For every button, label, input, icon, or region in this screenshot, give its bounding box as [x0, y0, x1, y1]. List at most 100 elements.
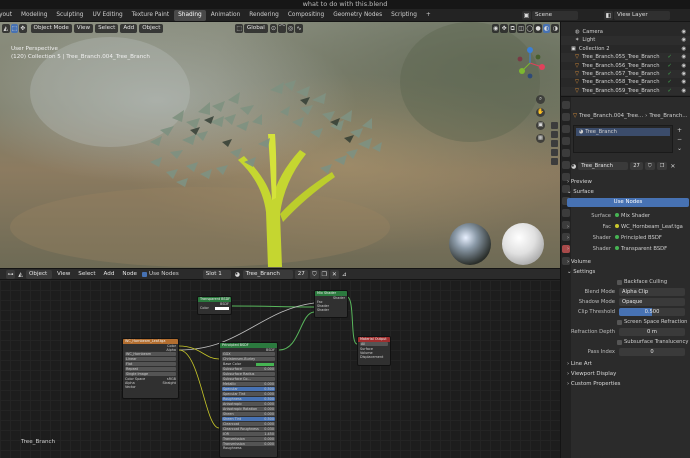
- visibility-eye-icon[interactable]: ◉: [681, 45, 686, 53]
- material-slot-list[interactable]: ◕ Tree_Branch: [573, 125, 673, 153]
- material-name-input[interactable]: Tree_Branch: [578, 162, 629, 170]
- projection-dropdown[interactable]: Flat: [125, 362, 176, 366]
- snap-icon[interactable]: ⌒: [278, 23, 286, 33]
- material-browse-icon[interactable]: ◕: [571, 163, 576, 170]
- image-datablock-field[interactable]: WC_Hornbeam: [125, 352, 176, 356]
- output-tab-icon[interactable]: [562, 125, 570, 133]
- view-layer-field[interactable]: View Layer: [614, 11, 670, 20]
- object-mode-dropdown[interactable]: Object Mode: [30, 23, 72, 33]
- principled-input-row[interactable]: Roughness 0.500: [222, 397, 275, 401]
- material-users-count[interactable]: 27: [630, 162, 643, 170]
- menu-select[interactable]: Select: [95, 23, 119, 33]
- principled-input-row[interactable]: Specular 0.500: [222, 387, 275, 391]
- output-target-dropdown[interactable]: All: [360, 342, 388, 346]
- material-name-field[interactable]: Tree_Branch: [242, 269, 293, 279]
- tool-tab-icon[interactable]: [562, 101, 570, 109]
- principled-input-row[interactable]: Subsurface 0.000: [222, 367, 275, 371]
- shader1-value[interactable]: Principled BSDF: [615, 234, 662, 241]
- scene-field[interactable]: Scene: [532, 11, 578, 20]
- backface-culling-row[interactable]: Backface Culling: [567, 277, 689, 287]
- tab-animation[interactable]: Animation: [207, 10, 245, 21]
- refraction-depth-field[interactable]: 0 m: [619, 328, 685, 336]
- subsurface-translucency-checkbox[interactable]: [617, 339, 622, 345]
- solid-shading-icon[interactable]: ●: [534, 23, 542, 33]
- input-value[interactable]: 0.000: [264, 412, 274, 416]
- input-value[interactable]: 0.000: [264, 392, 274, 396]
- interpolation-dropdown[interactable]: Linear: [125, 357, 176, 361]
- tab-rendering[interactable]: Rendering: [245, 10, 283, 21]
- tab-uv-editing[interactable]: UV Editing: [88, 10, 126, 21]
- modifier-icon[interactable]: ✓: [668, 88, 672, 94]
- visibility-eye-icon[interactable]: ◉: [681, 62, 686, 70]
- panel-viewport-display[interactable]: › Viewport Display: [567, 369, 689, 379]
- tab-layout[interactable]: Layout: [0, 10, 16, 21]
- subsurface-method-dropdown[interactable]: Christensen-Burley: [222, 357, 275, 361]
- principled-input-row[interactable]: Base Color: [222, 362, 275, 366]
- principled-input-row[interactable]: Subsurface Co...: [222, 377, 275, 381]
- wireframe-shading-icon[interactable]: ◯: [525, 23, 534, 33]
- panel-settings[interactable]: ⌄ Settings: [567, 267, 689, 277]
- scene-tab-icon[interactable]: [562, 149, 570, 157]
- outliner-item[interactable]: ▽ Tree_Branch.059_Tree_Branch ✓ ◉: [561, 86, 690, 96]
- tool-icon[interactable]: [551, 149, 558, 156]
- clip-threshold-slider[interactable]: 0.500: [619, 308, 685, 316]
- tab-modeling[interactable]: Modeling: [17, 10, 51, 21]
- overlay-toggle-icon[interactable]: ⧉: [508, 23, 517, 33]
- add-workspace-button[interactable]: +: [422, 10, 435, 21]
- menu-view[interactable]: View: [73, 23, 94, 33]
- pivot-icon[interactable]: ⊙: [269, 23, 278, 33]
- navigation-gizmo[interactable]: [512, 45, 548, 81]
- node-menu-select[interactable]: Select: [75, 270, 98, 279]
- principled-input-row[interactable]: Clearcoat Roughness 0.030: [222, 427, 275, 431]
- transform-icon[interactable]: ✥: [19, 23, 27, 33]
- input-value[interactable]: 0.000: [264, 422, 274, 426]
- input-value[interactable]: 0.000: [264, 442, 274, 446]
- principled-input-row[interactable]: IOR 1.450: [222, 432, 275, 436]
- outliner-item[interactable]: ▽ Tree_Branch.055_Tree_Branch ✓ ◉: [561, 53, 690, 62]
- principled-input-row[interactable]: Transmission 0.000: [222, 437, 275, 441]
- tab-compositing[interactable]: Compositing: [284, 10, 328, 21]
- modifier-icon[interactable]: ✓: [668, 79, 672, 85]
- shader-type-dropdown[interactable]: Object: [26, 269, 52, 279]
- fake-user-icon[interactable]: ⛉: [309, 269, 319, 279]
- input-value[interactable]: 0.030: [264, 427, 274, 431]
- panel-custom-properties[interactable]: › Custom Properties: [567, 379, 689, 389]
- tab-sculpting[interactable]: Sculpting: [52, 10, 87, 21]
- collapse-arrow-icon[interactable]: ›: [567, 224, 575, 230]
- node-mix-shader[interactable]: Mix Shader Shader Fac Shader Shader: [314, 290, 348, 318]
- visibility-eye-icon[interactable]: ◉: [681, 78, 686, 86]
- node-editor-type-icon[interactable]: ⊶: [6, 269, 15, 279]
- node-image-texture[interactable]: WC_Hornbeam_Leaf.tga Color Alpha WC_Horn…: [122, 338, 179, 399]
- principled-input-row[interactable]: Anisotropic Rotation 0.000: [222, 407, 275, 411]
- input-value[interactable]: 0.500: [264, 397, 274, 401]
- input-value[interactable]: 0.000: [264, 407, 274, 411]
- outliner-item[interactable]: ▽ Tree_Branch.056_Tree_Branch ✓ ◉: [561, 62, 690, 70]
- tool-icon[interactable]: [551, 122, 558, 129]
- node-principled-bsdf[interactable]: Principled BSDF BSDF GGX Christensen-Bur…: [219, 342, 278, 458]
- add-slot-icon[interactable]: +: [677, 127, 682, 134]
- principled-input-row[interactable]: Transmission Roughness 0.000: [222, 442, 275, 450]
- tab-shading[interactable]: Shading: [174, 9, 206, 21]
- visibility-eye-icon[interactable]: ◉: [681, 87, 686, 95]
- view-layer-tab-icon[interactable]: [562, 137, 570, 145]
- principled-input-row[interactable]: Sheen Tint 0.500: [222, 417, 275, 421]
- outliner-item[interactable]: ◍ Camera ◉: [561, 28, 690, 36]
- pin-icon[interactable]: ⊿: [340, 270, 349, 279]
- subsurface-translucency-row[interactable]: Subsurface Translucency: [567, 337, 689, 347]
- principled-input-row[interactable]: Metallic 0.000: [222, 382, 275, 386]
- principled-input-row[interactable]: Subsurface Radius: [222, 372, 275, 376]
- visibility-eye-icon[interactable]: ◉: [681, 70, 686, 78]
- tab-scripting[interactable]: Scripting: [387, 10, 421, 21]
- material-users-count[interactable]: 27: [294, 269, 308, 279]
- visibility-eye-icon[interactable]: ◉: [681, 53, 686, 61]
- modifier-icon[interactable]: ✓: [668, 54, 672, 60]
- input-value[interactable]: 0.500: [264, 387, 274, 391]
- panel-preview[interactable]: › Preview: [567, 177, 689, 187]
- surface-value[interactable]: Mix Shader: [615, 212, 650, 219]
- unlink-material-icon[interactable]: ✕: [670, 163, 675, 170]
- collapse-arrow-icon[interactable]: ›: [567, 235, 575, 241]
- select-box-icon[interactable]: ⬚: [10, 23, 19, 33]
- editor-type-icon[interactable]: ◭: [2, 23, 10, 33]
- source-dropdown[interactable]: Single Image: [125, 372, 176, 376]
- pan-hand-icon[interactable]: ✋: [536, 108, 545, 117]
